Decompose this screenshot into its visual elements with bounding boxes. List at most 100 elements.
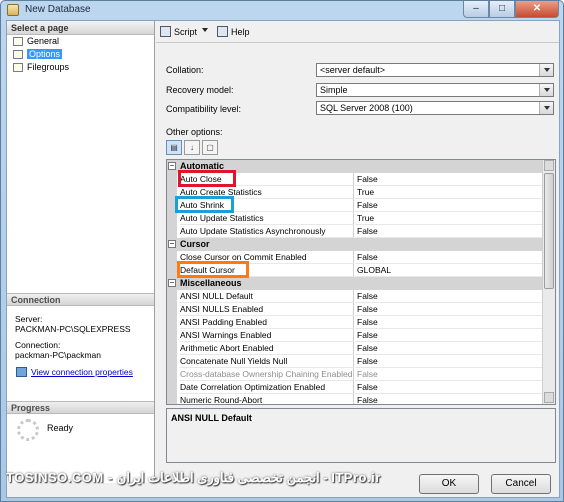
title-bar[interactable]: New Database – □ ✕ [1, 1, 563, 19]
grid-property-row[interactable]: Auto Update Statistics True [167, 212, 543, 225]
grid-property-row[interactable]: Auto Close False [167, 173, 543, 186]
property-value[interactable]: False [355, 199, 543, 212]
property-value[interactable]: False [355, 329, 543, 342]
property-pages-icon[interactable]: ▢ [202, 140, 218, 155]
property-value[interactable]: True [355, 212, 543, 225]
property-value[interactable]: False [355, 290, 543, 303]
grid-gutter [167, 342, 177, 355]
grid-gutter [167, 355, 177, 368]
options-property-grid[interactable]: Numeric Round-Abort False Date Correlation… [166, 159, 556, 405]
property-name: Default Cursor [180, 264, 354, 277]
server-value: PACKMAN-PC\SQLEXPRESS [15, 324, 131, 334]
grid-property-row[interactable]: Auto Create Statistics True [167, 186, 543, 199]
compatibility-level-select[interactable]: SQL Server 2008 (100) [316, 101, 554, 115]
progress-status: Ready [47, 423, 74, 433]
sidebar-item-general[interactable]: General [7, 35, 154, 48]
sidebar-item-filegroups[interactable]: Filegroups [7, 61, 154, 74]
property-value[interactable]: GLOBAL [355, 264, 543, 277]
property-name: ANSI Warnings Enabled [180, 329, 354, 342]
recovery-model-label: Recovery model: [166, 85, 234, 95]
grid-property-row[interactable]: Concatenate Null Yields Null False [167, 355, 543, 368]
collapse-icon[interactable]: − [168, 162, 176, 170]
grid-category[interactable]: − Automatic [167, 160, 543, 173]
other-options-label: Other options: [166, 127, 223, 137]
grid-property-row[interactable]: Auto Update Statistics Asynchronously Fal… [167, 225, 543, 238]
grid-property-row[interactable]: Close Cursor on Commit Enabled False [167, 251, 543, 264]
property-name: Numeric Round-Abort [180, 394, 354, 404]
property-grid-toolbar: ▤ ↓ ▢ [166, 140, 218, 156]
close-button[interactable]: ✕ [515, 1, 559, 18]
grid-property-row[interactable]: Cross-database Ownership Chaining Enable… [167, 368, 543, 381]
recovery-model-select[interactable]: Simple [316, 83, 554, 97]
watermark-text: TOSINSO.COM - انجمن تخصصی فناوری اطلاعات… [6, 470, 381, 485]
property-value[interactable]: False [355, 381, 543, 394]
chevron-down-icon[interactable] [539, 64, 553, 76]
categorized-icon[interactable]: ▤ [166, 140, 182, 155]
collapse-icon[interactable]: − [168, 279, 176, 287]
property-value[interactable]: False [355, 251, 543, 264]
property-value[interactable]: False [355, 355, 543, 368]
collapse-icon[interactable]: − [168, 240, 176, 248]
collation-select[interactable]: <server default> [316, 63, 554, 77]
script-label: Script [174, 27, 198, 37]
grid-property-row[interactable]: ANSI NULL Default False [167, 290, 543, 303]
property-name: Cross-database Ownership Chaining Enable… [180, 368, 354, 381]
script-button[interactable]: Script [160, 26, 197, 38]
script-dropdown-icon[interactable] [202, 28, 208, 32]
category-name: Miscellaneous [180, 278, 242, 288]
property-value[interactable]: False [355, 368, 543, 381]
grid-property-row[interactable]: Auto Shrink False [167, 199, 543, 212]
scroll-down-icon[interactable] [544, 392, 554, 403]
chevron-down-icon[interactable] [539, 102, 553, 114]
description-title: ANSI NULL Default [171, 413, 252, 423]
collation-label: Collation: [166, 65, 204, 75]
grid-property-row[interactable]: ANSI Padding Enabled False [167, 316, 543, 329]
grid-category[interactable]: − Miscellaneous [167, 277, 543, 290]
property-value[interactable]: False [355, 342, 543, 355]
select-page-heading: Select a page [7, 21, 154, 35]
grid-property-row[interactable]: Arithmetic Abort Enabled False [167, 342, 543, 355]
grid-gutter [167, 173, 177, 186]
page-icon [13, 37, 23, 46]
grid-scrollbar[interactable] [542, 160, 555, 404]
property-value[interactable]: False [355, 225, 543, 238]
grid-category[interactable]: − Cursor [167, 238, 543, 251]
grid-property-row[interactable]: Numeric Round-Abort False [167, 394, 543, 404]
dialog-client: Select a page General Options Filegroups… [6, 20, 560, 498]
grid-property-row[interactable]: ANSI NULLS Enabled False [167, 303, 543, 316]
property-value[interactable]: False [355, 394, 543, 404]
scroll-up-icon[interactable] [544, 160, 554, 171]
property-value[interactable]: False [355, 316, 543, 329]
grid-gutter [167, 251, 177, 264]
ok-button[interactable]: OK [419, 474, 479, 494]
window-title: New Database [25, 4, 91, 15]
property-name: Close Cursor on Commit Enabled [180, 251, 354, 264]
properties-icon [16, 367, 27, 377]
property-value[interactable]: True [355, 186, 543, 199]
connection-value: packman-PC\packman [15, 350, 101, 360]
property-name: ANSI Padding Enabled [180, 316, 354, 329]
sidebar-item-label: Options [27, 49, 63, 59]
grid-property-row[interactable]: ANSI Warnings Enabled False [167, 329, 543, 342]
property-value[interactable]: False [355, 173, 543, 186]
cancel-button[interactable]: Cancel [491, 474, 551, 494]
progress-heading: Progress [7, 401, 154, 414]
help-button[interactable]: Help [217, 26, 250, 38]
progress-spinner-icon [17, 419, 39, 441]
minimize-button[interactable]: – [463, 1, 489, 18]
category-name: Automatic [180, 161, 225, 171]
maximize-button[interactable]: □ [489, 1, 515, 18]
alphabetical-icon[interactable]: ↓ [184, 140, 200, 155]
property-name: Auto Update Statistics [180, 212, 354, 225]
chevron-down-icon[interactable] [539, 84, 553, 96]
grid-property-row[interactable]: Date Correlation Optimization Enabled Fal… [167, 381, 543, 394]
sidebar-item-options[interactable]: Options [7, 48, 154, 61]
scroll-thumb[interactable] [544, 173, 554, 289]
view-connection-properties-link[interactable]: View connection properties [7, 366, 154, 378]
grid-gutter [167, 264, 177, 277]
grid-gutter [167, 186, 177, 199]
property-value[interactable]: False [355, 303, 543, 316]
grid-property-row[interactable]: Default Cursor GLOBAL [167, 264, 543, 277]
category-name: Cursor [180, 239, 210, 249]
connection-label: Connection: [15, 340, 61, 350]
